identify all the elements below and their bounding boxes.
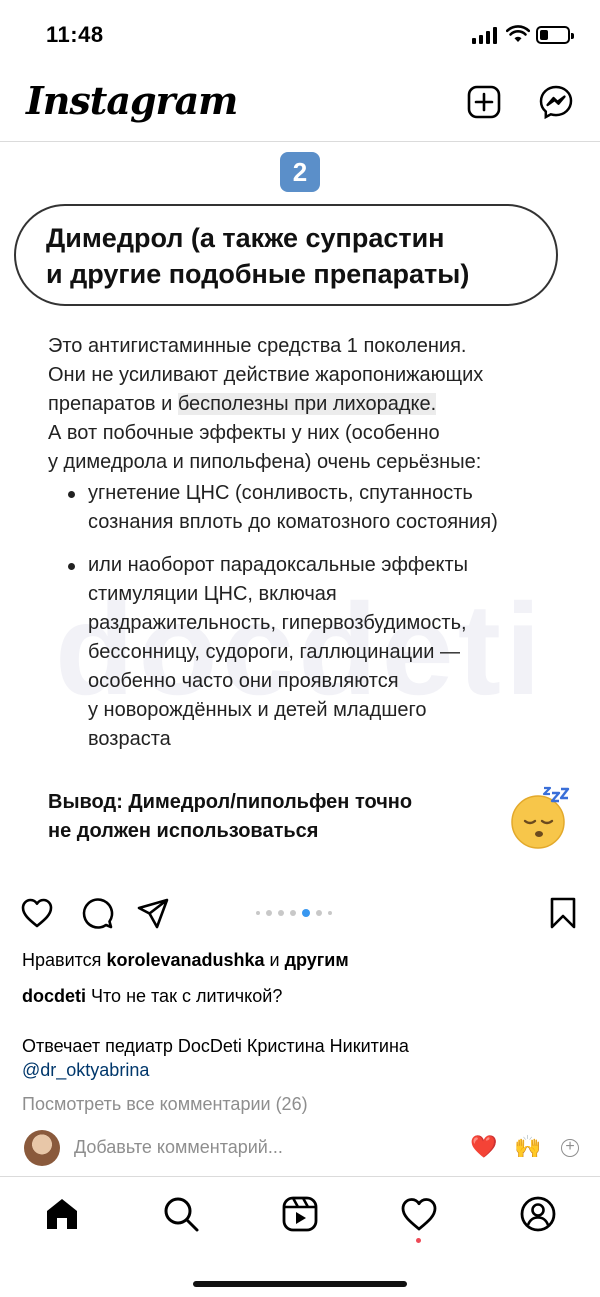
bullet-item: или наоборот парадоксальные эффекты стим…: [48, 551, 578, 754]
text-line: сознания вплоть до коматозного состояния…: [88, 511, 498, 533]
top-header: Instagram: [0, 70, 600, 142]
text-line: особенно часто они проявляются: [88, 670, 399, 692]
heart-reaction-button[interactable]: ❤️: [470, 1134, 497, 1160]
carousel-dot: [290, 910, 296, 916]
carousel-dot: [256, 911, 260, 915]
notification-dot: [416, 1238, 421, 1243]
likes-others-link[interactable]: другим: [285, 950, 349, 970]
home-icon[interactable]: [43, 1195, 81, 1233]
slide-number-badge: 2: [280, 152, 320, 192]
user-avatar[interactable]: [24, 1130, 60, 1166]
conclusion-text: Вывод: Димедрол/пипольфен точно не долже…: [48, 788, 488, 846]
caption-username[interactable]: docdeti: [22, 986, 86, 1006]
likes-prefix: Нравится: [22, 950, 107, 970]
status-time: 11:48: [46, 22, 104, 47]
text-line: раздражительность, гипервозбудимость,: [88, 612, 467, 634]
text-line: не должен использоваться: [48, 820, 319, 842]
mention-link[interactable]: @dr_oktyabrina: [22, 1058, 582, 1082]
text-line: препаратов и бесполезны при лихорадке.: [48, 390, 578, 419]
comment-icon[interactable]: [80, 896, 114, 930]
bullet-item: угнетение ЦНС (сонливость, спутанность с…: [48, 479, 578, 537]
post-body-text: Это антигистаминные средства 1 поколения…: [48, 332, 578, 754]
messenger-icon[interactable]: [538, 84, 574, 120]
search-icon[interactable]: [162, 1195, 200, 1233]
post-actions: [0, 878, 600, 944]
comment-input[interactable]: Добавьте комментарий...: [74, 1137, 283, 1158]
carousel-dot-active: [302, 909, 310, 917]
carousel-dot: [328, 911, 332, 915]
view-all-comments-link[interactable]: Посмотреть все комментарии (26): [22, 1092, 582, 1116]
title-pill: Димедрол (а также супрастин и другие под…: [14, 204, 558, 306]
text-line: Вывод: Димедрол/пипольфен точно: [48, 791, 413, 813]
new-post-icon[interactable]: [466, 84, 502, 120]
sleeping-face-icon: [511, 786, 570, 849]
carousel-dot: [316, 910, 322, 916]
text-line: у новорождённых и детей младшего: [88, 699, 427, 721]
text-line: угнетение ЦНС (сонливость, спутанность: [88, 482, 473, 504]
carousel-indicator: [256, 909, 332, 917]
paragraph: Это антигистаминные средства 1 поколения…: [48, 332, 578, 477]
text-line: Это антигистаминные средства 1 поколения…: [48, 335, 467, 357]
caption-reply-text: Отвечает педиатр DocDeti Кристина Никити…: [22, 1036, 409, 1056]
post-image[interactable]: docdeti 2 Димедрол (а также супрастин и …: [0, 142, 600, 878]
text-line: или наоборот парадоксальные эффекты: [88, 554, 468, 576]
text-line: Они не усиливают действие жаропонижающих: [48, 364, 484, 386]
liker-username[interactable]: korolevanadushka: [106, 950, 264, 970]
text-line: возраста: [88, 728, 171, 750]
text-line: А вот побочные эффекты у них (особенно: [48, 422, 440, 444]
text-line: бессонницу, судороги, галлюцинации —: [88, 641, 460, 663]
raised-hands-reaction-button[interactable]: 🙌: [514, 1134, 541, 1160]
like-heart-icon[interactable]: [20, 896, 54, 930]
profile-icon[interactable]: [519, 1195, 557, 1233]
reels-icon[interactable]: [281, 1195, 319, 1233]
text-line: у димедрола и пипольфена) очень серьёзны…: [48, 451, 482, 473]
cellular-signal-icon: [472, 26, 497, 44]
caption: docdeti Что не так с литичкой?: [22, 984, 582, 1008]
bottom-nav: [0, 1176, 600, 1297]
carousel-dot: [266, 910, 272, 916]
carousel-dot: [278, 910, 284, 916]
title-line: и другие подобные препараты): [46, 259, 470, 289]
activity-heart-icon[interactable]: [400, 1195, 438, 1233]
title-line: Димедрол (а также супрастин: [46, 223, 445, 253]
comment-input-row: Добавьте комментарий... ❤️ 🙌 +: [0, 1126, 600, 1170]
text-fragment: препаратов и: [48, 393, 178, 415]
highlighted-text: бесполезны при лихорадке.: [177, 393, 437, 415]
battery-icon: [536, 26, 574, 44]
share-icon[interactable]: [136, 896, 170, 930]
wifi-icon: [506, 25, 530, 42]
caption-text: Что не так с литичкой?: [86, 986, 283, 1006]
likes-line: Нравится korolevanadushka и другим: [22, 948, 582, 972]
status-bar: 11:48: [0, 0, 600, 70]
add-emoji-icon[interactable]: +: [561, 1139, 579, 1157]
instagram-logo[interactable]: Instagram: [26, 78, 238, 123]
home-indicator[interactable]: [193, 1281, 407, 1287]
bookmark-icon[interactable]: [546, 896, 580, 930]
text-line: стимуляции ЦНС, включая: [88, 583, 337, 605]
likes-joiner: и: [264, 950, 285, 970]
